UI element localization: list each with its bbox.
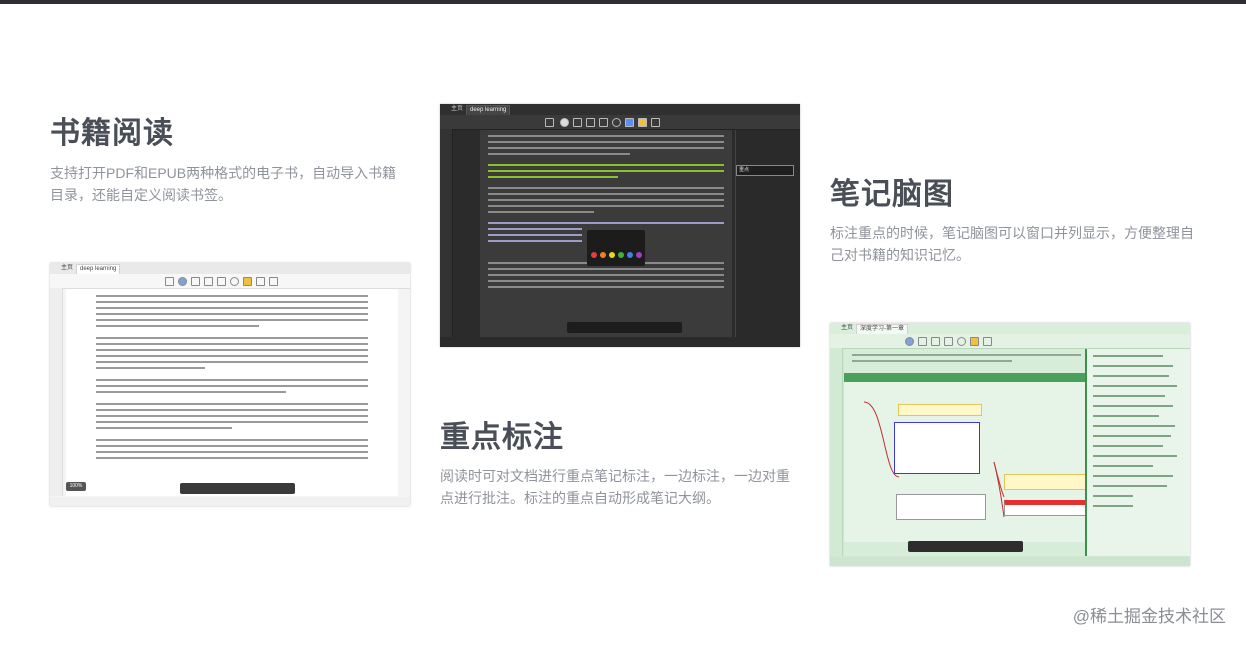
eraser-icon: [931, 337, 940, 346]
tab-home: 主页: [841, 325, 854, 331]
annotation-popup[interactable]: [587, 230, 645, 266]
blue-color-icon[interactable]: [627, 252, 633, 258]
pen-icon: [191, 277, 200, 286]
status-bar: [830, 557, 1190, 566]
mindmap-screenshot: 主页 深度学习-第一章: [830, 323, 1190, 566]
page-navigator[interactable]: [567, 322, 682, 333]
cursor-icon: [178, 277, 187, 286]
mindmap-node-selected[interactable]: [894, 422, 980, 474]
pen-icon: [918, 337, 927, 346]
rect-icon: [599, 118, 608, 127]
tab-bar: 主页 deep learning: [440, 104, 800, 115]
text-icon: [256, 277, 265, 286]
undo-icon: [545, 118, 554, 127]
tab-bar: 主页 deep learning: [50, 263, 410, 274]
note-tag[interactable]: 重点: [736, 165, 794, 176]
outline-panel: [1085, 349, 1190, 556]
tab-home: 主页: [61, 265, 74, 271]
top-dark-strip: [0, 0, 1246, 4]
highlight-icon: [638, 118, 647, 127]
highlight-icon: [970, 337, 979, 346]
status-bar: [440, 338, 800, 347]
document-page: [66, 289, 398, 496]
reader-screenshot-dark: 主页 deep learning 重点: [440, 104, 800, 347]
tab-bar: 主页 深度学习-第一章: [830, 323, 1190, 334]
left-rail: [50, 288, 63, 496]
text-icon: [983, 337, 992, 346]
eraser-icon: [204, 277, 213, 286]
circle-icon: [612, 118, 621, 127]
rect-icon: [217, 277, 226, 286]
zoom-badge: 100%: [66, 482, 86, 491]
reading-desc: 支持打开PDF和EPUB两种格式的电子书，自动导入书籍目录，还能自定义阅读书签。: [50, 165, 397, 203]
red-color-icon[interactable]: [591, 252, 597, 258]
purple-color-icon[interactable]: [636, 252, 642, 258]
link-icon: [269, 277, 278, 286]
highlight-desc: 阅读时可对文档进行重点笔记标注，一边标注，一边对重点进行批注。标注的重点自动形成…: [440, 468, 790, 506]
tab-home: 主页: [451, 106, 464, 112]
page-navigator[interactable]: [908, 541, 1023, 552]
reader-toolbar: [830, 334, 1190, 349]
tab-document: 深度学习-第一章: [856, 324, 908, 334]
text-icon: [625, 118, 634, 127]
notes-panel: [735, 130, 800, 337]
mindmap-header: [844, 373, 1093, 382]
cursor-icon: [560, 118, 569, 127]
green-color-icon[interactable]: [618, 252, 624, 258]
tab-document: deep learning: [76, 264, 121, 274]
mindmap-node[interactable]: [1004, 474, 1090, 490]
pen-icon: [573, 118, 582, 127]
left-rail: [440, 129, 453, 337]
circle-icon: [230, 277, 239, 286]
undo-icon: [165, 277, 174, 286]
page-navigator[interactable]: [180, 483, 295, 494]
highlight-title: 重点标注: [440, 421, 564, 454]
circle-icon: [957, 337, 966, 346]
tab-document: deep learning: [466, 105, 511, 115]
mindmap-title: 笔记脑图: [830, 178, 954, 211]
mindmap-canvas[interactable]: [844, 382, 1090, 542]
highlight-icon: [243, 277, 252, 286]
watermark: @稀土掘金技术社区: [1072, 607, 1226, 626]
reader-toolbar: [440, 115, 800, 130]
link-icon: [651, 118, 660, 127]
eraser-icon: [586, 118, 595, 127]
reader-screenshot-light: 主页 deep learning 100%: [50, 263, 410, 506]
reader-toolbar: [50, 274, 410, 289]
reading-title: 书籍阅读: [50, 117, 174, 150]
yellow-color-icon[interactable]: [609, 252, 615, 258]
left-rail: [830, 348, 843, 556]
mindmap-desc: 标注重点的时候，笔记脑图可以窗口并列显示，方便整理自己对书籍的知识记忆。: [830, 225, 1194, 263]
status-bar: [50, 497, 410, 506]
rect-icon: [944, 337, 953, 346]
cursor-icon: [905, 337, 914, 346]
orange-color-icon[interactable]: [600, 252, 606, 258]
mindmap-node[interactable]: [1004, 500, 1090, 516]
mindmap-node[interactable]: [896, 494, 986, 520]
mindmap-node[interactable]: [898, 404, 982, 416]
